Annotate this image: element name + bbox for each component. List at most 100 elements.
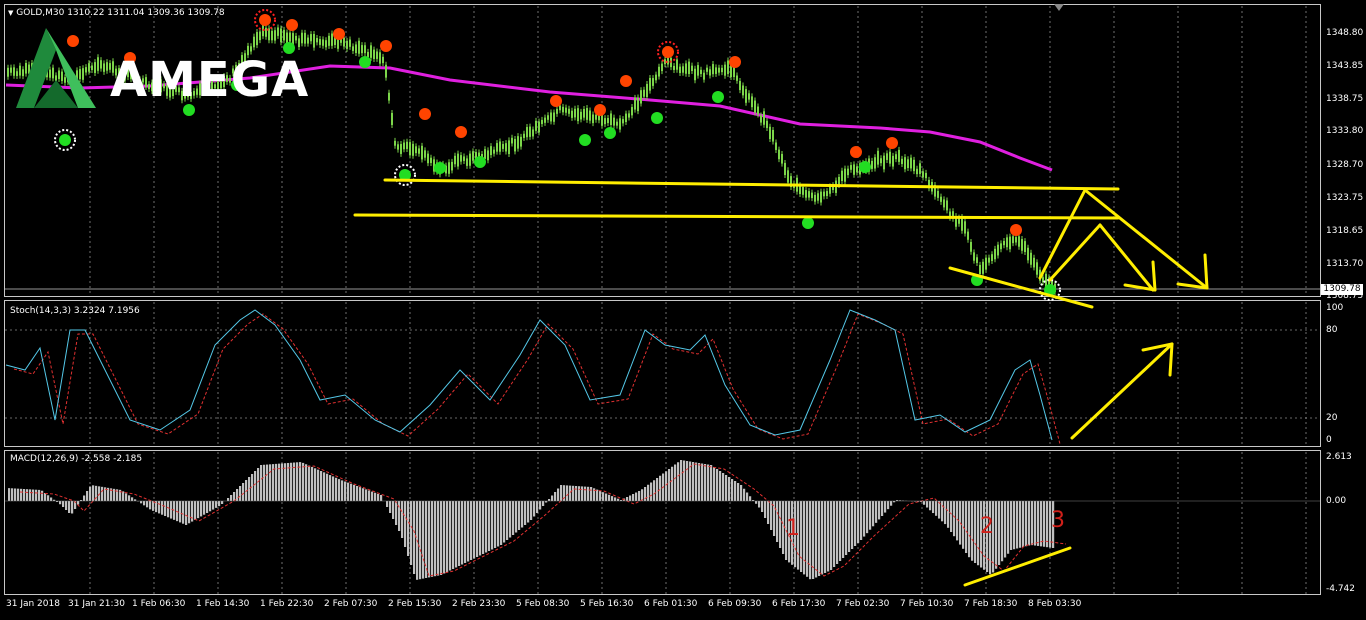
- macd-bar: [287, 462, 290, 501]
- candle-body: [757, 106, 759, 115]
- projection-arrow-down: [1098, 223, 1155, 292]
- candle-body: [589, 110, 591, 121]
- candle-body: [781, 153, 783, 164]
- buy-signal-dot: [59, 134, 71, 146]
- candle-body: [1000, 243, 1002, 250]
- candle-body: [517, 136, 519, 149]
- buy-signal-dot: [474, 156, 486, 168]
- candle-body: [1021, 239, 1023, 251]
- candle-body: [844, 168, 846, 182]
- macd-bar: [44, 493, 47, 501]
- macd-bar: [380, 495, 383, 501]
- macd-bar: [509, 501, 512, 538]
- sell-signal-dot: [259, 14, 271, 26]
- macd-bar: [842, 501, 845, 558]
- macd-bar: [11, 488, 14, 501]
- sell-signal-dot: [729, 56, 741, 68]
- macd-bar: [365, 489, 368, 501]
- candle-body: [466, 158, 468, 166]
- macd-bar: [26, 489, 29, 501]
- macd-bar: [758, 501, 761, 508]
- macd-annotation-1[interactable]: 1: [786, 516, 800, 541]
- macd-annotation-3[interactable]: 3: [1051, 508, 1065, 533]
- macd-bar: [410, 501, 413, 565]
- macd-bar: [356, 486, 359, 501]
- macd-bar: [863, 501, 866, 537]
- macd-bar: [998, 501, 1001, 565]
- macd-bar: [539, 501, 542, 510]
- macd-bar: [677, 462, 680, 501]
- candle-body: [901, 158, 903, 165]
- macd-bar: [929, 501, 932, 511]
- macd-bar: [218, 501, 221, 507]
- candle-body: [712, 64, 714, 75]
- macd-bar: [518, 501, 521, 530]
- chart-window[interactable]: AMEGA ▼ GOLD,M30 1310.22 1311.04 1309.36…: [0, 0, 1366, 620]
- macd-bar: [704, 464, 707, 501]
- time-label: 31 Jan 2018: [6, 599, 60, 609]
- macd-bar: [314, 468, 317, 501]
- candle-body: [460, 155, 462, 162]
- candle-body: [721, 67, 723, 73]
- support-trendline: [383, 178, 1120, 191]
- resistance-trendline: [353, 213, 1120, 220]
- candle-body: [529, 126, 531, 137]
- candle-body: [508, 140, 510, 154]
- sell-signal-dot: [380, 40, 392, 52]
- time-label: 31 Jan 21:30: [68, 599, 125, 609]
- macd-bar: [89, 486, 92, 501]
- candle-body: [784, 162, 786, 176]
- macd-bar: [881, 501, 884, 516]
- macd-bar: [923, 501, 926, 505]
- candle-body: [874, 157, 876, 169]
- macd-bar: [257, 468, 260, 501]
- macd-bar: [770, 501, 773, 530]
- macd-bar: [149, 501, 152, 510]
- macd-bar: [713, 467, 716, 501]
- candle-body: [1033, 257, 1035, 268]
- candle-body: [826, 191, 828, 197]
- arrow-head: [1151, 260, 1157, 292]
- macd-annotation-2[interactable]: 2: [980, 514, 994, 539]
- macd-bar: [50, 497, 53, 501]
- candle-body: [391, 112, 393, 125]
- candle-body: [403, 142, 405, 150]
- macd-bar: [47, 495, 50, 501]
- macd-bar: [1019, 501, 1022, 548]
- macd-bar: [479, 501, 482, 556]
- macd-bar: [962, 501, 965, 549]
- macd-bar: [401, 501, 404, 538]
- candle-body: [457, 153, 459, 167]
- macd-bar: [131, 497, 134, 501]
- macd-bar: [854, 501, 857, 546]
- candle-body: [409, 142, 411, 156]
- candle-body: [922, 171, 924, 178]
- macd-bar: [188, 501, 191, 524]
- candle-body: [607, 118, 609, 124]
- macd-bar: [278, 463, 281, 501]
- macd-bar: [1007, 501, 1010, 554]
- macd-bar: [14, 488, 17, 501]
- stoch-level-label: 80: [1326, 325, 1338, 335]
- macd-bar: [950, 501, 953, 532]
- macd-bar: [167, 501, 170, 518]
- candle-body: [634, 97, 636, 110]
- candle-body: [613, 117, 615, 126]
- scroll-marker-icon[interactable]: [1054, 4, 1064, 11]
- candle-body: [580, 111, 582, 120]
- candle-body: [979, 264, 981, 275]
- macd-bar: [608, 494, 611, 501]
- candle-body: [970, 241, 972, 252]
- candle-body: [838, 176, 840, 186]
- candle-body: [976, 257, 978, 263]
- macd-bar: [293, 462, 296, 501]
- candle-body: [586, 108, 588, 120]
- macd-bar: [860, 501, 863, 540]
- price-label: 1313.70: [1326, 259, 1364, 269]
- triangle-down-icon[interactable]: ▼: [8, 9, 13, 17]
- macd-bar: [485, 501, 488, 553]
- candle-body: [484, 149, 486, 159]
- macd-bar: [872, 501, 875, 527]
- macd-bar: [632, 494, 635, 501]
- candle-body: [379, 52, 381, 64]
